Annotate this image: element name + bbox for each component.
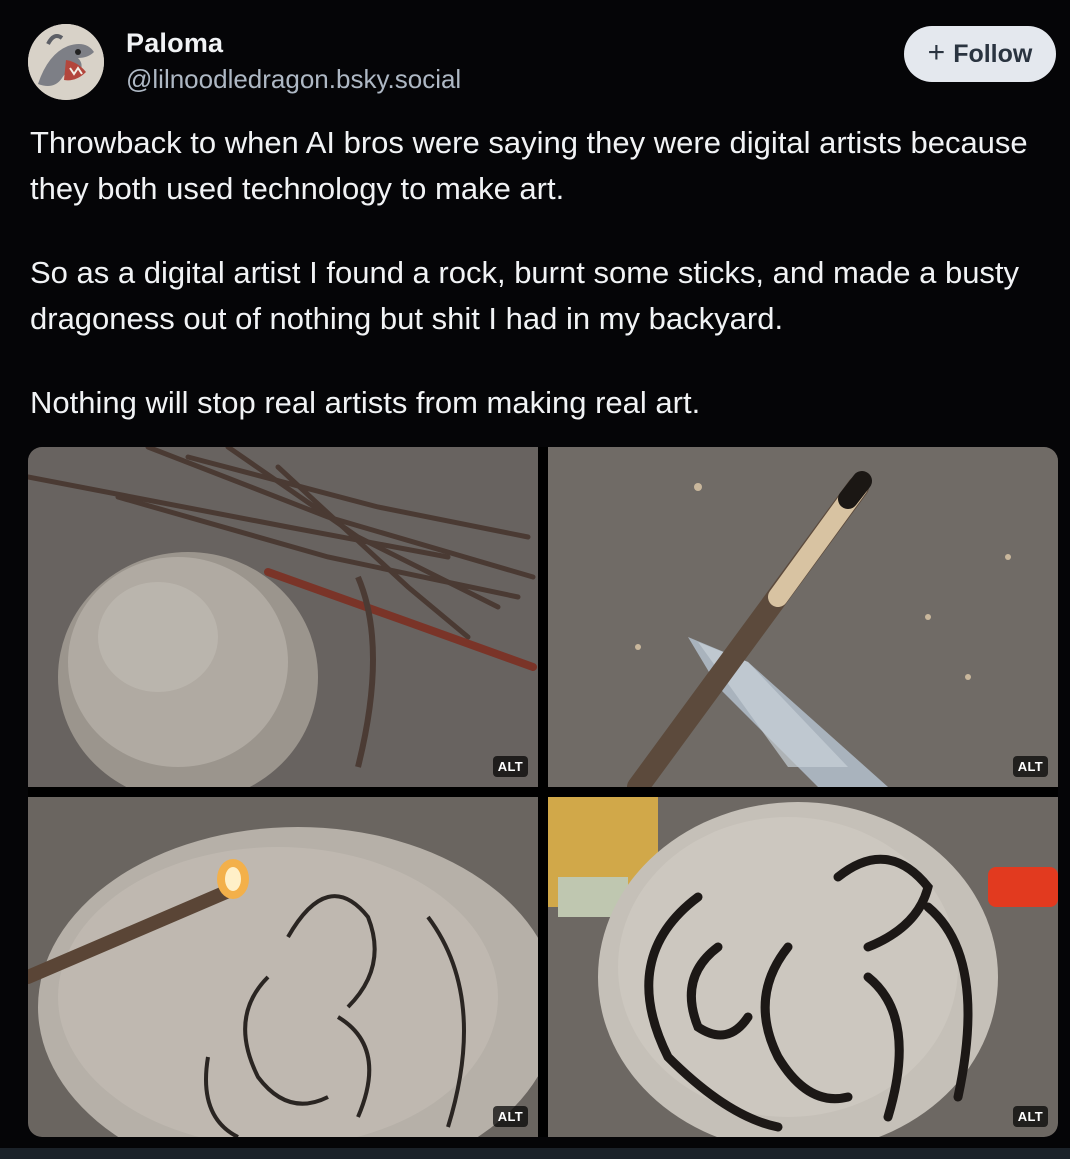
- author-avatar[interactable]: [28, 24, 104, 100]
- alt-badge[interactable]: ALT: [1012, 756, 1048, 777]
- post-card: Paloma @lilnoodledragon.bsky.social + Fo…: [0, 0, 1070, 1159]
- author-name[interactable]: Paloma: [126, 28, 223, 59]
- bottom-divider: [0, 1148, 1070, 1159]
- author-handle[interactable]: @lilnoodledragon.bsky.social: [126, 64, 461, 95]
- alt-badge[interactable]: ALT: [492, 756, 528, 777]
- post-paragraph: So as a digital artist I found a rock, b…: [30, 255, 1020, 336]
- image-finished-dragon-rock[interactable]: ALT: [548, 797, 1058, 1137]
- alt-badge[interactable]: ALT: [1012, 1106, 1048, 1127]
- alt-badge[interactable]: ALT: [492, 1106, 528, 1127]
- post-paragraph: Throwback to when AI bros were saying th…: [30, 125, 1028, 206]
- plus-icon: +: [927, 35, 946, 69]
- image-rock-and-sticks[interactable]: ALT: [28, 447, 538, 787]
- post-paragraph: Nothing will stop real artists from maki…: [30, 385, 701, 420]
- image-burning-stick-sketch[interactable]: ALT: [28, 797, 538, 1137]
- follow-button[interactable]: + Follow: [904, 26, 1056, 82]
- post-text: Throwback to when AI bros were saying th…: [30, 120, 1050, 464]
- follow-button-label: Follow: [953, 39, 1033, 68]
- dragon-avatar-icon: [28, 24, 104, 100]
- image-gallery: ALT ALT ALT ALT: [28, 447, 1058, 1137]
- image-whittled-stick-knife[interactable]: ALT: [548, 447, 1058, 787]
